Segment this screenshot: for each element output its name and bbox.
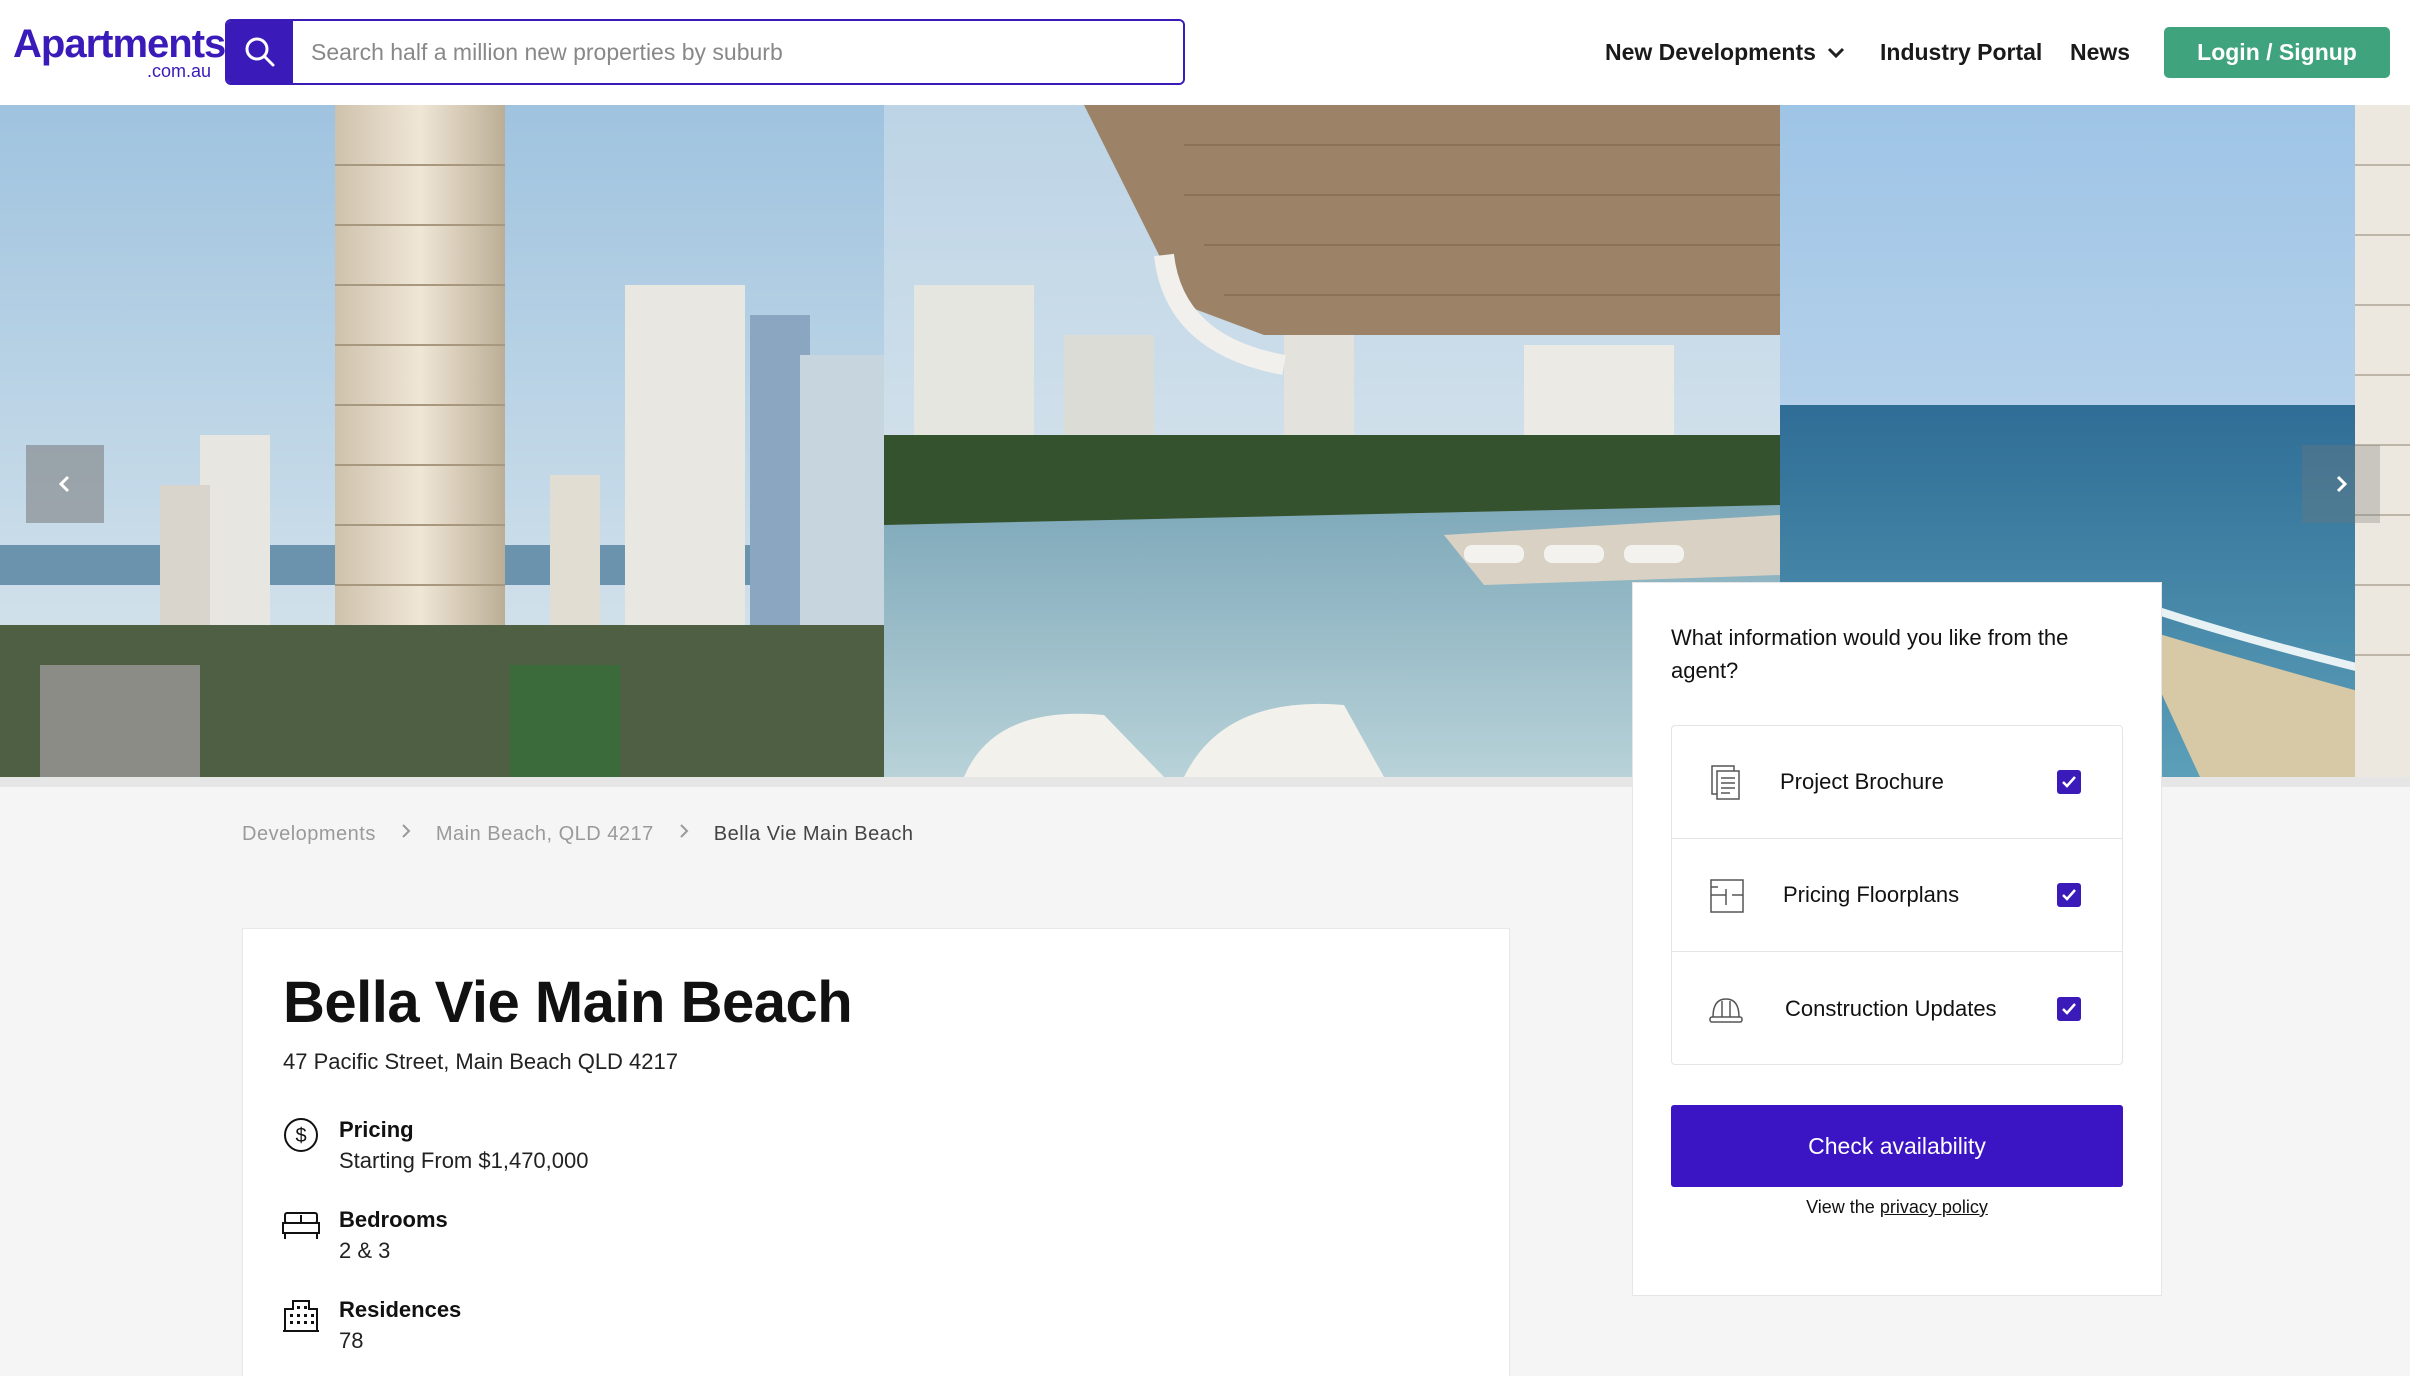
check-availability-button[interactable]: Check availability xyxy=(1671,1105,2123,1187)
construction-updates-checkbox[interactable] xyxy=(2057,996,2081,1021)
chevron-right-icon xyxy=(400,822,412,846)
brochure-icon xyxy=(1711,765,1740,800)
listing-card: Bella Vie Main Beach 47 Pacific Street, … xyxy=(242,928,1510,1376)
breadcrumb-suburb[interactable]: Main Beach, QLD 4217 xyxy=(436,823,654,846)
gallery-next-button[interactable] xyxy=(2302,445,2380,523)
svg-text:$: $ xyxy=(295,1125,306,1147)
option-project-brochure[interactable]: Project Brochure xyxy=(1672,726,2122,839)
logo-tld: .com.au xyxy=(146,61,211,81)
nav-news[interactable]: News xyxy=(2070,0,2130,105)
site-header: Apartments .com.au New Developments Indu… xyxy=(0,0,2410,105)
nav-industry-portal-label: Industry Portal xyxy=(1880,39,2043,65)
checkmark-icon xyxy=(2062,776,2076,788)
chevron-right-icon xyxy=(2336,475,2348,493)
page-title: Bella Vie Main Beach xyxy=(283,970,853,1035)
checkmark-icon xyxy=(2062,889,2076,901)
chevron-down-icon xyxy=(1826,39,1846,66)
privacy-note: View the privacy policy xyxy=(1671,1197,2123,1218)
hardhat-icon xyxy=(1709,997,1743,1023)
logo-wordmark: Apartments xyxy=(13,22,226,66)
option-label: Construction Updates xyxy=(1785,995,1997,1021)
chevron-right-icon xyxy=(678,822,690,846)
bed-icon xyxy=(282,1212,320,1239)
feature-pricing: $ Pricing Starting From $1,470,000 xyxy=(281,1115,588,1177)
option-label: Project Brochure xyxy=(1780,769,1944,794)
breadcrumb: Developments Main Beach, QLD 4217 Bella … xyxy=(242,822,914,846)
search-input[interactable] xyxy=(293,21,1183,83)
feature-value: Starting From $1,470,000 xyxy=(339,1148,589,1173)
listing-address: 47 Pacific Street, Main Beach QLD 4217 xyxy=(283,1049,678,1074)
pricing-floorplans-checkbox[interactable] xyxy=(2057,883,2081,907)
feature-value: 2 & 3 xyxy=(339,1238,391,1263)
search-button[interactable] xyxy=(227,21,293,83)
feature-label: Residences xyxy=(339,1297,462,1322)
nav-new-developments[interactable]: New Developments xyxy=(1605,0,1846,105)
project-brochure-checkbox[interactable] xyxy=(2057,770,2081,794)
search-bar xyxy=(225,19,1185,85)
gallery-prev-button[interactable] xyxy=(26,445,104,523)
nav-new-developments-label: New Developments xyxy=(1605,39,1816,65)
dollar-icon: $ xyxy=(284,1118,318,1152)
search-icon xyxy=(245,37,275,67)
feature-label: Pricing xyxy=(339,1117,414,1142)
feature-bedrooms: Bedrooms 2 & 3 xyxy=(281,1205,448,1267)
login-signup-button[interactable]: Login / Signup xyxy=(2164,27,2390,78)
chevron-left-icon xyxy=(58,475,70,493)
nav-news-label: News xyxy=(2070,39,2131,65)
privacy-policy-link[interactable]: privacy policy xyxy=(1880,1197,1988,1217)
gallery-photo-towers[interactable] xyxy=(0,105,884,777)
breadcrumb-developments[interactable]: Developments xyxy=(242,823,376,846)
checkmark-icon xyxy=(2062,1002,2076,1015)
feature-residences: Residences 78 xyxy=(281,1295,461,1357)
site-logo[interactable]: Apartments .com.au xyxy=(13,22,226,84)
privacy-prefix: View the xyxy=(1806,1197,1875,1217)
feature-label: Bedrooms xyxy=(339,1207,448,1232)
option-label: Pricing Floorplans xyxy=(1783,882,1960,907)
nav-industry-portal[interactable]: Industry Portal xyxy=(1880,0,2042,105)
floorplan-icon xyxy=(1710,879,1744,913)
building-icon xyxy=(283,1300,319,1332)
option-pricing-floorplans[interactable]: Pricing Floorplans xyxy=(1672,839,2122,952)
breadcrumb-current: Bella Vie Main Beach xyxy=(713,822,914,845)
enquiry-question: What information would you like from the… xyxy=(1671,625,2069,683)
feature-value: 78 xyxy=(339,1328,364,1353)
option-construction-updates[interactable]: Construction Updates xyxy=(1672,952,2122,1065)
enquiry-panel: What information would you like from the… xyxy=(1632,582,2162,1296)
enquiry-options: Project Brochure Pricing Floorplans Cons… xyxy=(1671,725,2123,1065)
